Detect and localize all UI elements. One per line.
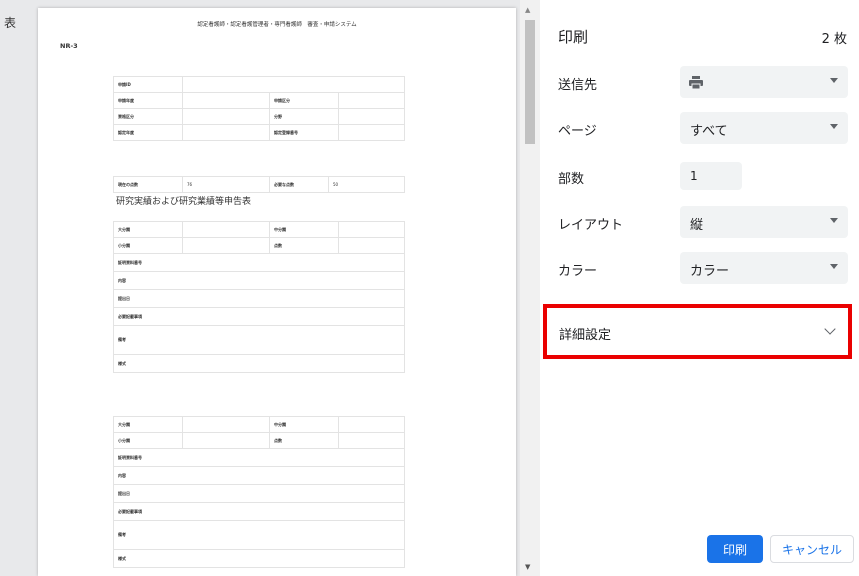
destination-label: 送信先 — [558, 78, 598, 93]
table-cell — [338, 416, 405, 433]
table-cell: 点数 — [269, 432, 339, 449]
current-points-value: 76 — [182, 176, 270, 193]
advanced-settings-label: 詳細設定 — [559, 328, 612, 343]
copies-label: 部数 — [558, 172, 585, 187]
table-cell: 大分類 — [113, 416, 183, 433]
print-title: 印刷 — [558, 28, 589, 46]
required-points-label: 必要な点数 — [269, 176, 329, 193]
table-cell: 大分類 — [113, 221, 183, 238]
table-cell: 証明資料番号 — [113, 253, 405, 272]
chevron-down-icon — [824, 323, 836, 335]
application-info-table: 申請ID 申請年度 申請区分 資格区分 分野 認定年度 認定登録番号 — [113, 76, 405, 141]
table-cell — [182, 221, 270, 238]
print-button[interactable]: 印刷 — [707, 535, 763, 563]
table-cell: 認定年度 — [113, 124, 183, 141]
table-cell: 様式 — [113, 354, 405, 373]
table-cell — [182, 76, 405, 93]
scroll-up-arrow-icon[interactable]: ▲ — [525, 6, 530, 14]
table-cell: 備考 — [113, 325, 405, 355]
sheet-count: 2 枚 — [821, 32, 847, 47]
pages-value: すべて — [690, 124, 728, 139]
table-cell — [338, 92, 405, 109]
destination-select[interactable] — [680, 66, 848, 98]
table-cell: 内容 — [113, 466, 405, 485]
table-cell: 認定登録番号 — [269, 124, 339, 141]
table-cell: 中分類 — [269, 416, 339, 433]
table-cell — [338, 124, 405, 141]
print-preview-area: 表 認定看護師・認定看護管理者・専門看護師 審査・申請システム NR-3 申請I… — [0, 0, 540, 576]
copies-value: 1 — [690, 169, 698, 183]
table-cell: 提出日 — [113, 289, 405, 308]
table-cell: 申請ID — [113, 76, 183, 93]
cancel-button[interactable]: キャンセル — [770, 535, 854, 563]
advanced-settings-toggle[interactable]: 詳細設定 — [543, 304, 852, 359]
pages-select[interactable]: すべて — [680, 112, 848, 144]
color-value: カラー — [690, 264, 730, 279]
table-cell: 必要記載事項 — [113, 502, 405, 521]
dropdown-arrow-icon — [830, 264, 838, 269]
section-title: 研究実績および研究業績等申告表 — [116, 197, 252, 207]
table-cell — [182, 124, 270, 141]
dropdown-arrow-icon — [830, 218, 838, 223]
layout-value: 縦 — [690, 218, 704, 233]
dropdown-arrow-icon — [830, 78, 838, 83]
table-cell — [338, 108, 405, 125]
required-points-value: 50 — [328, 176, 405, 193]
table-cell: 様式 — [113, 549, 405, 568]
table-cell: 中分類 — [269, 221, 339, 238]
scrollbar-thumb[interactable] — [525, 20, 535, 144]
background-page-text: 表 — [4, 16, 17, 30]
preview-page: 認定看護師・認定看護管理者・専門看護師 審査・申請システム NR-3 申請ID … — [38, 8, 516, 576]
table-cell: 申請区分 — [269, 92, 339, 109]
table-cell: 必要記載事項 — [113, 307, 405, 326]
table-cell: 備考 — [113, 520, 405, 550]
table-cell: 小分類 — [113, 237, 183, 254]
table-cell: 資格区分 — [113, 108, 183, 125]
table-cell — [338, 221, 405, 238]
current-points-label: 現在の点数 — [113, 176, 183, 193]
printer-icon — [688, 75, 704, 94]
table-cell: 証明資料番号 — [113, 448, 405, 467]
table-cell — [182, 416, 270, 433]
copies-input[interactable]: 1 — [680, 162, 742, 190]
table-cell — [182, 108, 270, 125]
table-cell: 分野 — [269, 108, 339, 125]
table-cell: 点数 — [269, 237, 339, 254]
layout-select[interactable]: 縦 — [680, 206, 848, 238]
table-cell: 申請年度 — [113, 92, 183, 109]
document-header: 認定看護師・認定看護管理者・専門看護師 審査・申請システム — [197, 22, 357, 28]
scroll-down-arrow-icon[interactable]: ▼ — [525, 563, 530, 571]
table-cell — [182, 92, 270, 109]
pages-label: ページ — [558, 124, 597, 139]
table-cell — [338, 237, 405, 254]
print-settings-panel: 印刷 2 枚 送信先 ページ すべて 部数 1 レイアウト 縦 カラー カラー … — [540, 0, 859, 576]
table-cell: 提出日 — [113, 484, 405, 503]
layout-label: レイアウト — [558, 218, 624, 233]
table-cell — [182, 432, 270, 449]
record-table: 大分類 中分類 小分類 点数 証明資料番号 内容 提出日 必要記載事項 備考 様… — [113, 416, 405, 568]
table-cell — [182, 237, 270, 254]
document-code: NR-3 — [60, 42, 78, 50]
table-cell: 内容 — [113, 271, 405, 290]
dropdown-arrow-icon — [830, 124, 838, 129]
points-table: 現在の点数 76 必要な点数 50 — [113, 176, 405, 193]
color-select[interactable]: カラー — [680, 252, 848, 284]
table-cell: 小分類 — [113, 432, 183, 449]
color-label: カラー — [558, 264, 598, 279]
table-cell — [338, 432, 405, 449]
record-table: 大分類 中分類 小分類 点数 証明資料番号 内容 提出日 必要記載事項 備考 様… — [113, 221, 405, 373]
